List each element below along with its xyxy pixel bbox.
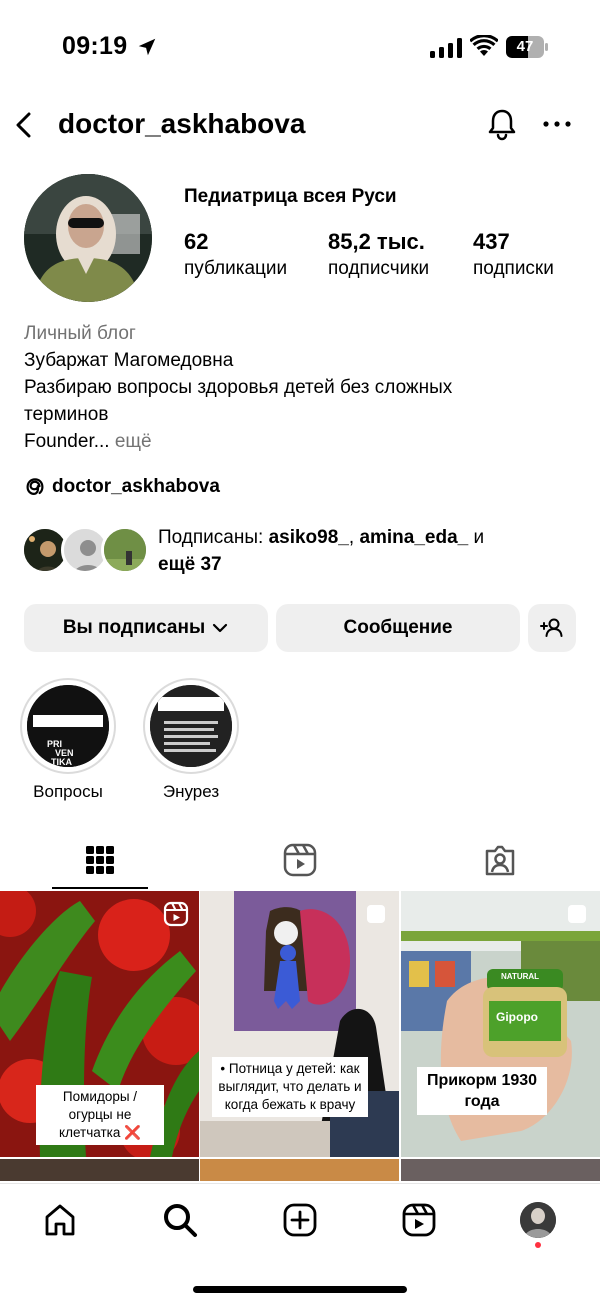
threads-icon bbox=[26, 478, 44, 495]
bio-more-link[interactable]: ещё bbox=[115, 431, 152, 452]
svg-text:NATURAL: NATURAL bbox=[501, 972, 539, 981]
location-arrow-icon bbox=[138, 38, 156, 56]
stat-value: 62 bbox=[184, 229, 209, 254]
post-thumbnail[interactable]: Gipopo NATURAL Прикорм 1930 года bbox=[401, 891, 600, 1157]
create-post-icon bbox=[283, 1203, 317, 1237]
back-button[interactable] bbox=[10, 110, 40, 140]
active-tab-indicator bbox=[52, 887, 148, 889]
profile-avatar-small bbox=[520, 1202, 556, 1238]
stat-value: 85,2 тыс. bbox=[328, 229, 425, 254]
followed-user[interactable]: amina_eda_ bbox=[359, 527, 468, 548]
nav-search[interactable] bbox=[158, 1198, 202, 1242]
posts-grid: Помидоры / огурцы не клетчатка ❌ • Потни… bbox=[0, 891, 600, 1181]
stat-label: публикации bbox=[184, 258, 288, 279]
threads-link[interactable]: doctor_askhabova bbox=[24, 473, 220, 501]
followed-prefix: Подписаны: bbox=[158, 527, 269, 548]
bio-line: Разбираю вопросы здоровья детей без слож… bbox=[24, 377, 453, 398]
stat-following[interactable]: 437 подписки bbox=[473, 228, 554, 282]
message-label: Сообщение bbox=[343, 617, 453, 638]
reel-badge-icon bbox=[163, 901, 189, 927]
profile-tabs bbox=[0, 830, 600, 890]
profile-username: doctor_askhabova bbox=[58, 108, 306, 139]
add-user-icon bbox=[540, 618, 563, 637]
tagged-icon bbox=[485, 845, 515, 876]
followed-and: и bbox=[468, 527, 485, 548]
highlight-cover: PRI VEN TIKA bbox=[27, 685, 109, 767]
following-label: Вы подписаны bbox=[62, 617, 206, 638]
following-button[interactable]: Вы подписаны bbox=[24, 604, 268, 652]
post-caption: Помидоры / огурцы не клетчатка ❌ bbox=[36, 1085, 164, 1145]
bio-line: терминов bbox=[24, 404, 109, 425]
home-icon bbox=[45, 1204, 75, 1236]
nav-home[interactable] bbox=[38, 1198, 82, 1242]
stat-followers[interactable]: 85,2 тыс. подписчики bbox=[328, 228, 429, 282]
stat-label: подписки bbox=[473, 258, 554, 279]
post-caption: Прикорм 1930 года bbox=[417, 1067, 547, 1115]
profile-header: doctor_askhabova bbox=[0, 96, 600, 156]
post-thumbnail[interactable] bbox=[0, 1159, 199, 1181]
status-time: 09:19 bbox=[62, 32, 128, 60]
stat-label: подписчики bbox=[328, 258, 430, 279]
highlight-ring bbox=[143, 678, 239, 774]
post-thumbnail[interactable]: Помидоры / огурцы не клетчатка ❌ bbox=[0, 891, 199, 1157]
grid-icon bbox=[86, 846, 114, 874]
battery-icon: 47 bbox=[506, 36, 548, 58]
tab-reels[interactable] bbox=[200, 830, 400, 890]
suggested-users-button[interactable] bbox=[528, 604, 576, 652]
post-thumbnail[interactable] bbox=[401, 1159, 600, 1181]
carousel-badge-icon bbox=[367, 905, 385, 923]
highlight-label: Вопросы bbox=[33, 782, 103, 801]
notification-dot bbox=[535, 1242, 541, 1248]
battery-level: 47 bbox=[516, 38, 534, 55]
bottom-navigation bbox=[0, 1183, 600, 1303]
highlight-enuresis[interactable]: Энурез bbox=[143, 678, 239, 802]
home-indicator bbox=[193, 1286, 407, 1293]
svg-text:Gipopo: Gipopo bbox=[496, 1010, 538, 1024]
highlight-cover bbox=[150, 685, 232, 767]
stat-posts[interactable]: 62 публикации bbox=[184, 228, 287, 282]
post-caption: • Потница у детей: как выглядит, что дел… bbox=[212, 1057, 368, 1117]
bio-category: Личный блог bbox=[24, 323, 136, 344]
nav-reels[interactable] bbox=[397, 1198, 441, 1242]
status-bar: 09:19 47 bbox=[0, 0, 600, 96]
tab-tagged[interactable] bbox=[400, 830, 600, 890]
profile-display-name: Педиатрица всея Руси bbox=[184, 186, 397, 207]
post-thumbnail[interactable]: • Потница у детей: как выглядит, что дел… bbox=[200, 891, 399, 1157]
followed-others[interactable]: ещё 37 bbox=[158, 554, 222, 575]
message-button[interactable]: Сообщение bbox=[276, 604, 520, 652]
post-thumbnail[interactable] bbox=[200, 1159, 399, 1181]
chevron-down-icon bbox=[213, 623, 228, 633]
wifi-icon bbox=[470, 35, 498, 56]
carousel-badge-icon bbox=[568, 905, 586, 923]
search-icon bbox=[164, 1204, 197, 1237]
threads-handle: doctor_askhabova bbox=[52, 476, 220, 497]
bio-text: Founder... bbox=[24, 431, 110, 452]
bio-line-last: Founder... ещё bbox=[24, 428, 584, 455]
tab-posts-grid[interactable] bbox=[0, 830, 200, 890]
svg-text:TIKA: TIKA bbox=[51, 757, 72, 767]
highlight-ring: PRI VEN TIKA bbox=[20, 678, 116, 774]
profile-avatar[interactable] bbox=[24, 174, 152, 302]
notification-bell-icon[interactable] bbox=[484, 106, 520, 142]
nav-profile[interactable] bbox=[516, 1198, 560, 1242]
followed-by-text: Подписаны: asiko98_, amina_eda_ и ещё 37 bbox=[158, 524, 558, 578]
cellular-signal-icon bbox=[430, 38, 462, 58]
profile-bio: Личный блог Зубаржат Магомедовна Разбира… bbox=[24, 320, 584, 455]
reels-icon bbox=[283, 843, 317, 877]
follower-avatar bbox=[101, 526, 149, 574]
more-options-icon[interactable] bbox=[541, 114, 573, 134]
stat-value: 437 bbox=[473, 229, 510, 254]
followed-user[interactable]: asiko98_ bbox=[269, 527, 349, 548]
bio-line: Зубаржат Магомедовна bbox=[24, 350, 234, 371]
followed-by[interactable]: Подписаны: asiko98_, amina_eda_ и ещё 37 bbox=[21, 524, 584, 580]
highlight-label: Энурез bbox=[162, 782, 220, 801]
highlight-questions[interactable]: PRI VEN TIKA Вопросы bbox=[20, 678, 116, 802]
nav-create[interactable] bbox=[278, 1198, 322, 1242]
followed-sep: , bbox=[348, 527, 360, 548]
reels-icon bbox=[402, 1203, 436, 1237]
